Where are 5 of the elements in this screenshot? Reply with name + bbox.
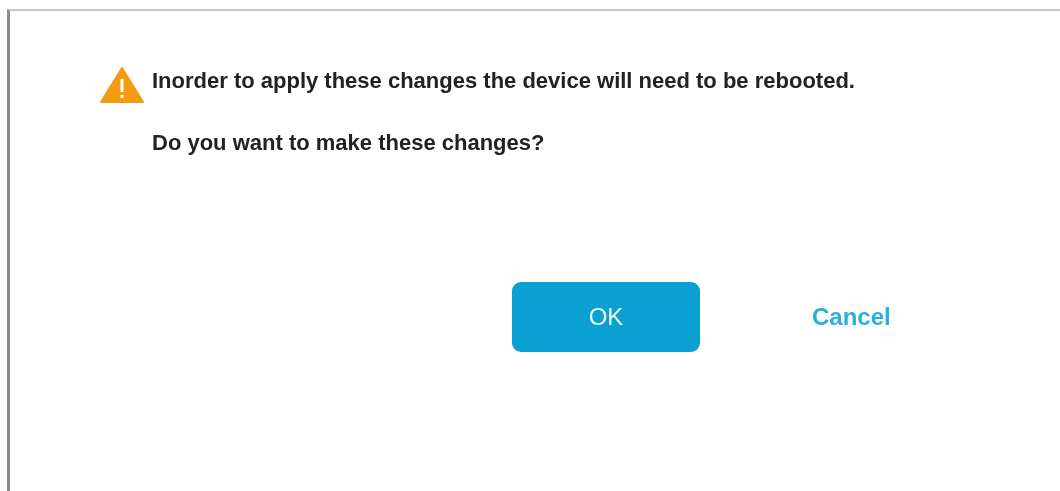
confirmation-question: Do you want to make these changes?: [152, 130, 546, 156]
cancel-link[interactable]: Cancel: [810, 299, 893, 335]
ok-button[interactable]: OK: [512, 282, 700, 352]
warning-icon: [100, 67, 144, 103]
warning-message: Inorder to apply these changes the device will need to be rebooted.: [152, 67, 856, 95]
